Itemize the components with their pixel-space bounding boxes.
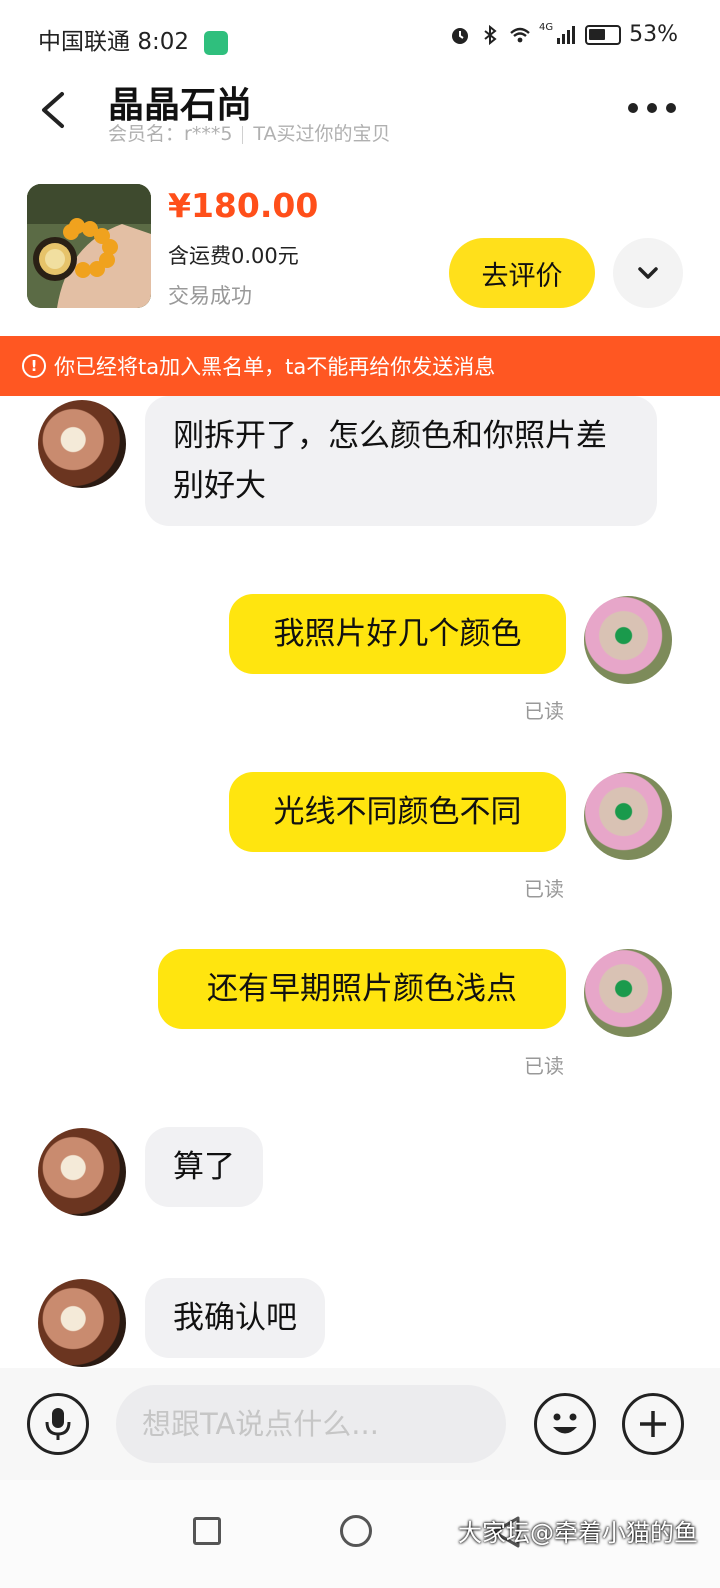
read-receipt: 已读: [524, 699, 564, 723]
more-dots-icon[interactable]: [628, 98, 676, 118]
status-icons: 4G 53%: [449, 22, 678, 47]
battery-icon: [585, 24, 622, 45]
trade-status: 交易成功: [168, 284, 252, 308]
warning-icon: !: [22, 354, 46, 378]
voice-button[interactable]: [27, 1393, 89, 1455]
my-avatar[interactable]: [584, 596, 672, 684]
carrier-time: 中国联通 8:02: [38, 22, 229, 56]
carrier-name: 中国联通: [38, 29, 130, 55]
signal-icon: [557, 25, 576, 44]
my-avatar[interactable]: [584, 949, 672, 1037]
message-bubble-sent[interactable]: 还有早期照片颜色浅点: [158, 949, 566, 1029]
back-arrow-icon[interactable]: [28, 84, 78, 134]
app-notification-icon: [204, 30, 229, 55]
contact-avatar[interactable]: [38, 400, 126, 488]
microphone-icon: [45, 1408, 71, 1440]
contact-avatar[interactable]: [38, 1279, 126, 1367]
input-bar: [0, 1368, 720, 1480]
shipping-fee: 含运费0.00元: [168, 244, 299, 268]
watch-bracelet-image: [27, 184, 151, 308]
message-bubble-sent[interactable]: 我照片好几个颜色: [229, 594, 566, 674]
message-input[interactable]: [116, 1385, 506, 1463]
divider: [242, 125, 244, 144]
network-type: 4G: [538, 22, 554, 33]
message-bubble-received[interactable]: 算了: [145, 1127, 263, 1207]
alarm-icon: [451, 27, 468, 44]
plus-icon[interactable]: [622, 1393, 684, 1455]
my-avatar[interactable]: [584, 772, 672, 860]
product-thumbnail[interactable]: [27, 184, 151, 308]
member-info: 会员名：r***5 TA买过你的宝贝: [108, 119, 391, 146]
emoji-button[interactable]: [534, 1393, 596, 1455]
blacklist-banner: ! 你已经将ta加入黑名单，ta不能再给你发送消息: [0, 336, 720, 396]
member-name: r***5: [184, 123, 233, 145]
product-card[interactable]: ¥180.00 含运费0.00元 交易成功 去评价: [0, 170, 720, 336]
emoji-icon: [553, 1413, 577, 1434]
message-bubble-received[interactable]: 我确认吧: [145, 1278, 325, 1358]
message-bubble-received[interactable]: 刚拆开了，怎么颜色和你照片差别好大: [145, 396, 657, 526]
contact-avatar[interactable]: [38, 1128, 126, 1216]
review-button[interactable]: 去评价: [449, 238, 595, 308]
plus-glyph: [640, 1411, 666, 1437]
status-bar: 中国联通 8:02 4G 53%: [0, 0, 720, 76]
banner-text: 你已经将ta加入黑名单，ta不能再给你发送消息: [54, 355, 496, 379]
watermark: 大家坛@牵着小猫的鱼: [458, 1519, 698, 1547]
product-price: ¥180.00: [168, 186, 319, 225]
recent-apps-icon[interactable]: [193, 1517, 221, 1545]
member-label: 会员名：: [108, 123, 185, 145]
battery-level: 53%: [629, 22, 678, 47]
clock: 8:02: [137, 29, 189, 55]
message-bubble-sent[interactable]: 光线不同颜色不同: [229, 772, 566, 852]
chevron-down-icon: [638, 267, 658, 279]
chat-messages[interactable]: 刚拆开了，怎么颜色和你照片差别好大 我照片好几个颜色 已读 光线不同颜色不同 已…: [0, 396, 720, 1368]
bought-note: TA买过你的宝贝: [253, 123, 391, 145]
read-receipt: 已读: [524, 877, 564, 901]
chat-header: 晶晶石尚 会员名：r***5 TA买过你的宝贝: [0, 76, 720, 170]
wifi-icon: [510, 27, 530, 42]
system-nav-bar: 大家坛@牵着小猫的鱼: [0, 1480, 720, 1588]
bluetooth-icon: [484, 24, 497, 45]
read-receipt: 已读: [524, 1054, 564, 1078]
expand-button[interactable]: [613, 238, 683, 308]
home-icon[interactable]: [340, 1515, 372, 1547]
